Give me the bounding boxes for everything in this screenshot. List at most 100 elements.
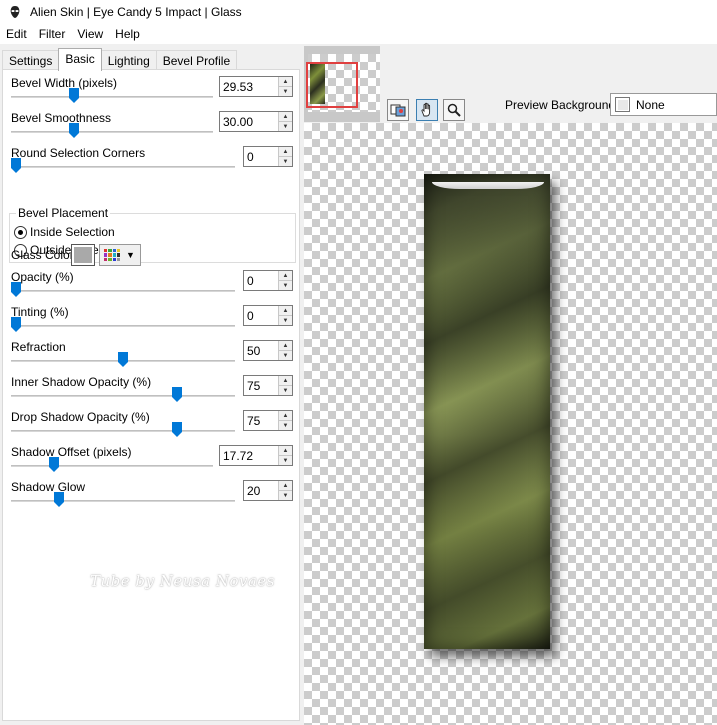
inner-shadow-opacity-value[interactable]: 75 [244,376,278,395]
tab-lighting[interactable]: Lighting [100,50,157,70]
inner-shadow-opacity-label: Inner Shadow Opacity (%) [11,375,152,389]
bevel-placement-title: Bevel Placement [16,206,111,220]
inside-selection-option[interactable]: Inside Selection [14,225,115,239]
spin-up-icon[interactable]: ▲ [279,77,292,87]
compare-preview-button[interactable] [387,99,409,121]
opacity-value[interactable]: 0 [244,271,278,290]
inner-shadow-opacity-slider[interactable] [11,395,235,397]
bevel-width-value[interactable]: 29.53 [220,77,278,96]
shadow-glow-value[interactable]: 20 [244,481,278,500]
bevel-smoothness-slider[interactable] [11,131,213,133]
spin-up-icon[interactable]: ▲ [279,341,292,351]
background-swatch-icon [615,97,630,112]
bevel-width-slider[interactable] [11,96,213,98]
pan-tool-button[interactable] [416,99,438,121]
spin-down-icon[interactable]: ▼ [279,456,292,465]
zoom-tool-button[interactable] [443,99,465,121]
color-palette-icon [104,249,120,261]
zoom-magnifier-icon [447,103,461,117]
bevel-width-spinbox[interactable]: 29.53 ▲ ▼ [219,76,293,97]
round-corners-label: Round Selection Corners [11,146,146,160]
spin-down-icon[interactable]: ▼ [279,421,292,430]
title-bar: Alien Skin | Eye Candy 5 Impact | Glass [0,0,717,24]
bevel-smoothness-value[interactable]: 30.00 [220,112,278,131]
slider-thumb-icon[interactable] [49,457,60,472]
tab-settings[interactable]: Settings [2,50,60,70]
settings-panel: Settings Basic Lighting Bevel Profile Be… [0,44,302,725]
refraction-value[interactable]: 50 [244,341,278,360]
shadow-offset-spinbox[interactable]: 17.72 ▲ ▼ [219,445,293,466]
spin-up-icon[interactable]: ▲ [279,147,292,157]
menu-view[interactable]: View [71,27,109,41]
slider-thumb-icon[interactable] [171,422,182,437]
spin-up-icon[interactable]: ▲ [279,376,292,386]
round-corners-spinbox[interactable]: 0 ▲ ▼ [243,146,293,167]
spin-up-icon[interactable]: ▲ [279,446,292,456]
shadow-glow-spinbox[interactable]: 20 ▲ ▼ [243,480,293,501]
menu-filter[interactable]: Filter [33,27,72,41]
spin-down-icon[interactable]: ▼ [279,316,292,325]
basic-tab-panel: Bevel Width (pixels) 29.53 ▲ ▼ Bevel Smoo… [2,69,300,721]
slider-thumb-icon[interactable] [53,492,64,507]
hand-pan-icon [421,102,431,117]
round-corners-value[interactable]: 0 [244,147,278,166]
tab-basic[interactable]: Basic [58,48,102,71]
slider-thumb-icon[interactable] [11,317,21,332]
slider-thumb-icon[interactable] [171,387,182,402]
tab-strip: Settings Basic Lighting Bevel Profile [2,48,238,71]
tab-bevel-profile[interactable]: Bevel Profile [155,50,238,70]
menu-bar: Edit Filter View Help [0,24,717,44]
menu-help[interactable]: Help [109,27,146,41]
shadow-glow-slider[interactable] [11,500,235,502]
navigator-frame-top [304,46,380,54]
spin-down-icon[interactable]: ▼ [279,87,292,96]
tinting-spinbox[interactable]: 0 ▲ ▼ [243,305,293,326]
spin-up-icon[interactable]: ▲ [279,411,292,421]
drop-shadow-opacity-value[interactable]: 75 [244,411,278,430]
spin-up-icon[interactable]: ▲ [279,306,292,316]
preview-panel: Preview Background: None [302,44,717,725]
shadow-offset-slider[interactable] [11,465,213,467]
navigator-thumbnail[interactable] [304,46,380,122]
menu-edit[interactable]: Edit [0,27,33,41]
spin-down-icon[interactable]: ▼ [279,351,292,360]
shadow-glow-label: Shadow Glow [11,480,86,494]
spin-up-icon[interactable]: ▲ [279,112,292,122]
drop-shadow-opacity-spinbox[interactable]: 75 ▲ ▼ [243,410,293,431]
bevel-smoothness-label: Bevel Smoothness [11,111,112,125]
shadow-offset-value[interactable]: 17.72 [220,446,278,465]
preview-compare-icon [390,104,406,117]
bevel-smoothness-spinbox[interactable]: 30.00 ▲ ▼ [219,111,293,132]
drop-shadow-opacity-slider[interactable] [11,430,235,432]
navigator-view-box[interactable] [306,62,358,108]
spin-down-icon[interactable]: ▼ [279,281,292,290]
spin-down-icon[interactable]: ▼ [279,122,292,131]
preview-background-dropdown[interactable]: None [610,93,717,116]
drop-shadow-opacity-label: Drop Shadow Opacity (%) [11,410,150,424]
spin-down-icon[interactable]: ▼ [279,157,292,166]
refraction-spinbox[interactable]: 50 ▲ ▼ [243,340,293,361]
inner-shadow-opacity-spinbox[interactable]: 75 ▲ ▼ [243,375,293,396]
window-title: Alien Skin | Eye Candy 5 Impact | Glass [30,5,242,19]
tinting-slider[interactable] [11,325,235,327]
slider-thumb-icon[interactable] [68,88,79,103]
alien-skin-icon [10,6,20,18]
color-palette-dropdown[interactable]: ▼ [99,244,141,266]
slider-thumb-icon[interactable] [118,352,128,367]
inside-selection-label: Inside Selection [30,225,115,239]
preview-background-label: Preview Background: [505,98,619,112]
spin-up-icon[interactable]: ▲ [279,271,292,281]
tinting-value[interactable]: 0 [244,306,278,325]
slider-thumb-icon[interactable] [11,282,21,297]
spin-down-icon[interactable]: ▼ [279,491,292,500]
round-corners-slider[interactable] [11,166,235,168]
radio-checked-icon[interactable] [14,225,27,239]
slider-thumb-icon[interactable] [68,123,79,138]
spin-down-icon[interactable]: ▼ [279,386,292,395]
preview-canvas[interactable] [304,123,717,725]
slider-thumb-icon[interactable] [11,158,21,173]
opacity-spinbox[interactable]: 0 ▲ ▼ [243,270,293,291]
spin-up-icon[interactable]: ▲ [279,481,292,491]
opacity-slider[interactable] [11,290,235,292]
glass-color-swatch[interactable] [71,244,95,266]
